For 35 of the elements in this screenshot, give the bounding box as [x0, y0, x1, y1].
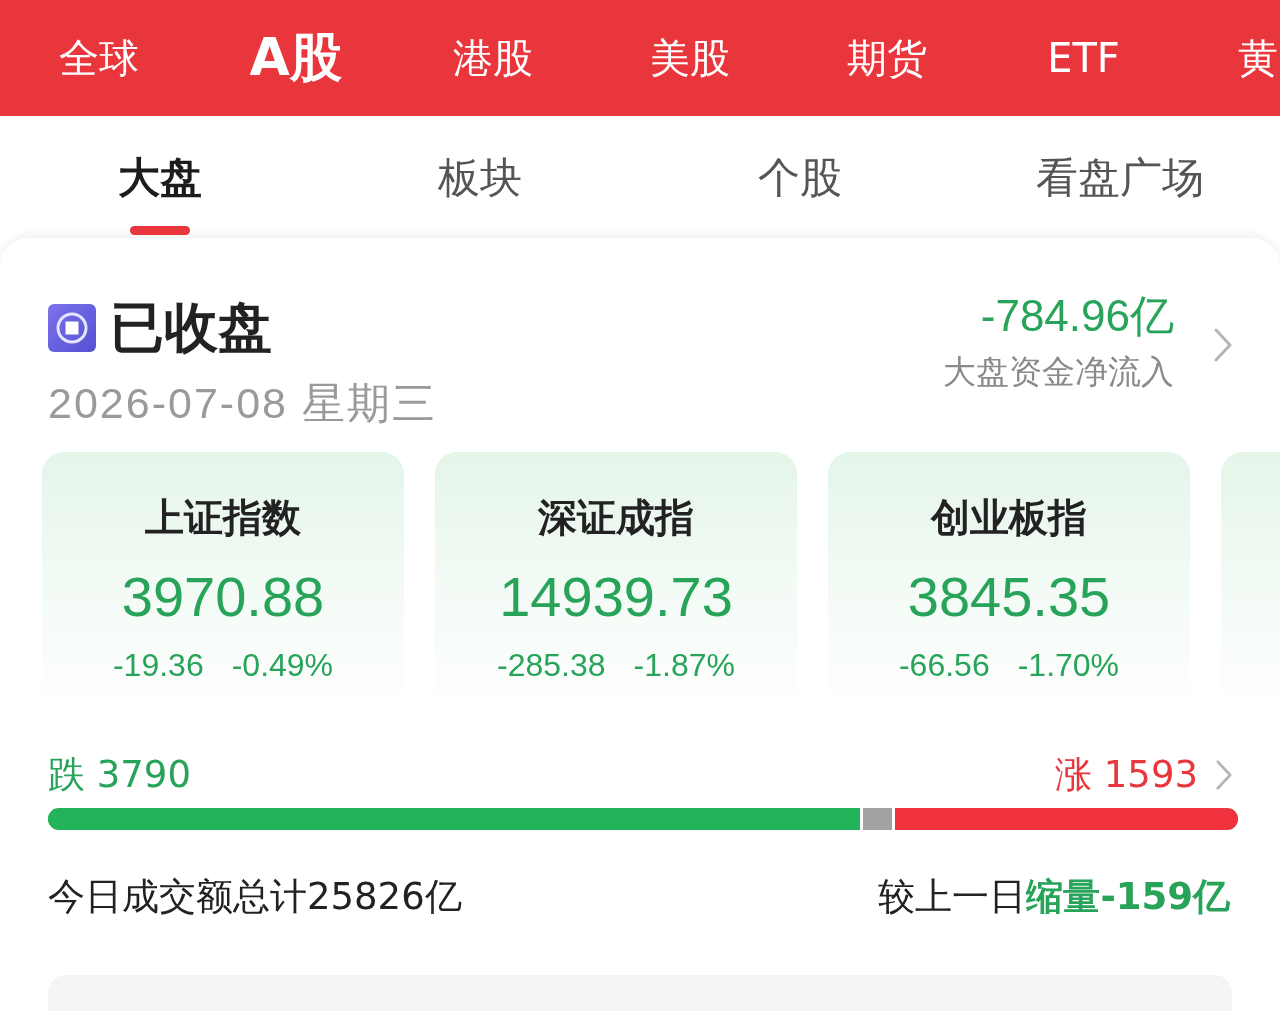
index-change: -66.56 [898, 646, 990, 685]
market-tab[interactable]: 期货 [788, 0, 985, 116]
chevron-right-icon[interactable] [1216, 760, 1232, 790]
stop-icon [48, 304, 96, 352]
turnover-total: 今日成交额总计25826亿 [48, 877, 462, 917]
index-value: 3970.88 [121, 565, 325, 629]
decliners-count: 跌 3790 [48, 755, 191, 795]
advancers-count: 涨 1593 [1055, 755, 1198, 795]
market-tab[interactable]: 黄 [1182, 0, 1280, 116]
market-status: 已收盘 [110, 298, 272, 358]
turnover-comparison: 较上一日缩量-159亿 [878, 877, 1230, 917]
market-tab[interactable]: 港股 [394, 0, 591, 116]
index-change: -285.38 [497, 646, 606, 685]
view-tab[interactable]: 个股 [758, 154, 842, 202]
index-name: 深证成指 [538, 496, 694, 540]
market-tab[interactable]: 全球 [0, 0, 197, 116]
index-change-percent: -1.70% [1017, 646, 1120, 685]
market-tab[interactable]: 美股 [591, 0, 788, 116]
index-value: 3845.35 [907, 565, 1111, 629]
index-change-percent: -0.49% [231, 646, 334, 685]
index-name: 创业板指 [931, 496, 1087, 540]
chevron-right-icon[interactable] [1214, 328, 1232, 362]
view-tab[interactable]: 看盘广场 [1036, 154, 1204, 202]
index-card[interactable] [1221, 452, 1280, 715]
net-flow-value: -784.96亿 [980, 292, 1174, 340]
market-tab[interactable]: ETF [985, 0, 1182, 116]
index-change-percent: -1.87% [633, 646, 735, 685]
index-value: 14939.73 [499, 565, 733, 629]
index-name: 上证指数 [145, 496, 301, 540]
market-tab[interactable]: A股 [197, 0, 394, 116]
view-tab[interactable]: 板块 [438, 154, 522, 202]
view-tab[interactable]: 大盘 [118, 154, 202, 202]
index-change: -19.36 [112, 646, 204, 685]
trade-date: 2026-07-08 星期三 [48, 380, 437, 426]
net-flow-label: 大盘资金净流入 [943, 352, 1174, 392]
